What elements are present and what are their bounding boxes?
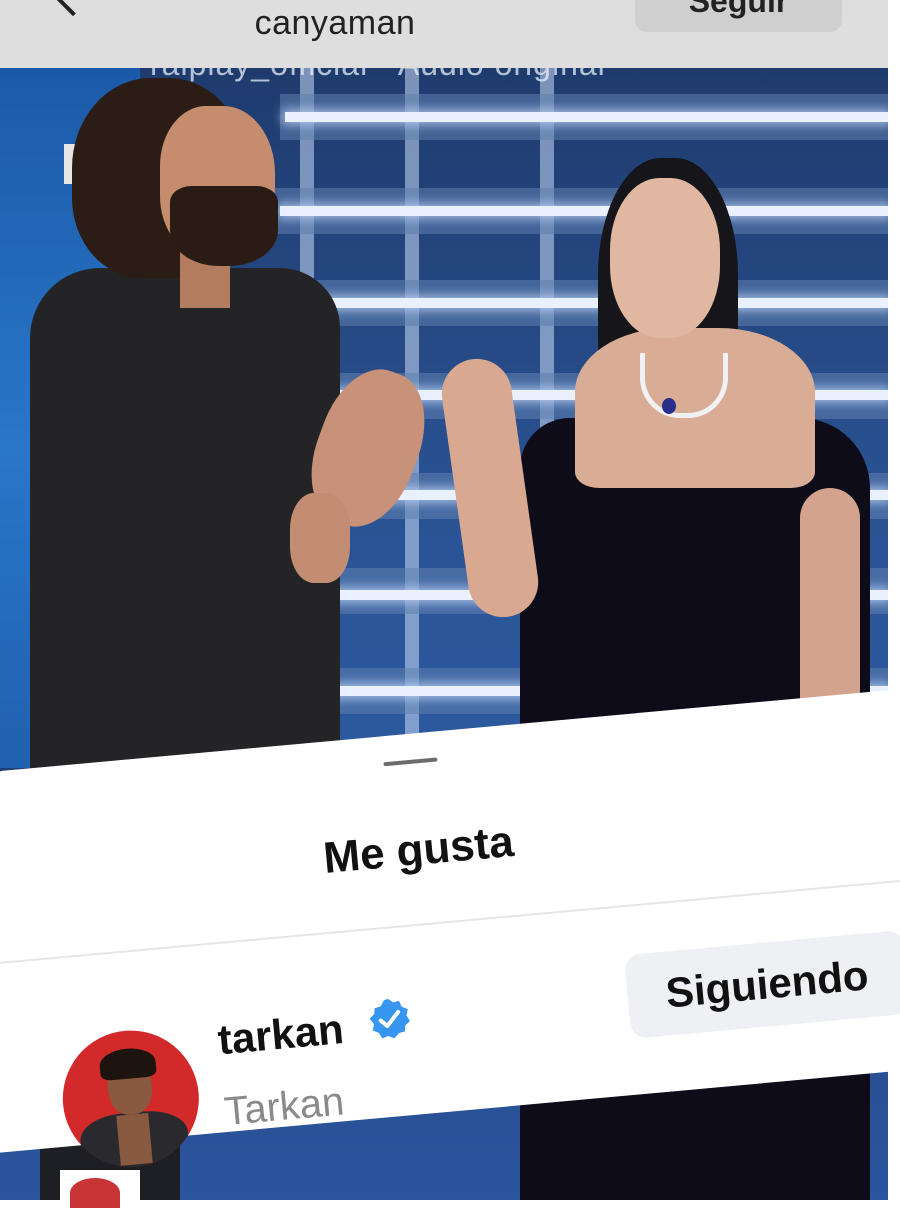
avatar-shirt xyxy=(116,1113,153,1166)
stage-light-bar xyxy=(260,298,888,308)
app-header: canyaman Seguir xyxy=(0,0,888,68)
sheet-drag-handle[interactable] xyxy=(383,757,438,767)
stage-light-bar xyxy=(285,112,888,122)
person-woman-face xyxy=(610,178,720,338)
person-woman-arm xyxy=(800,488,860,728)
verified-badge-icon xyxy=(369,998,410,1039)
header-username: canyaman xyxy=(254,4,416,42)
heart-icon xyxy=(70,1178,120,1208)
follow-button[interactable]: Seguir xyxy=(635,0,842,32)
audio-caption[interactable]: raiplay_official · Audio original xyxy=(150,68,606,83)
following-button[interactable]: Siguiendo xyxy=(623,929,900,1039)
person-man-hand xyxy=(290,493,350,583)
necklace-gem xyxy=(662,398,676,414)
stage-light-bar xyxy=(280,206,888,216)
person-man-beard xyxy=(170,186,278,266)
user-handle[interactable]: tarkan xyxy=(216,1005,346,1064)
avatar-hair xyxy=(98,1046,157,1082)
